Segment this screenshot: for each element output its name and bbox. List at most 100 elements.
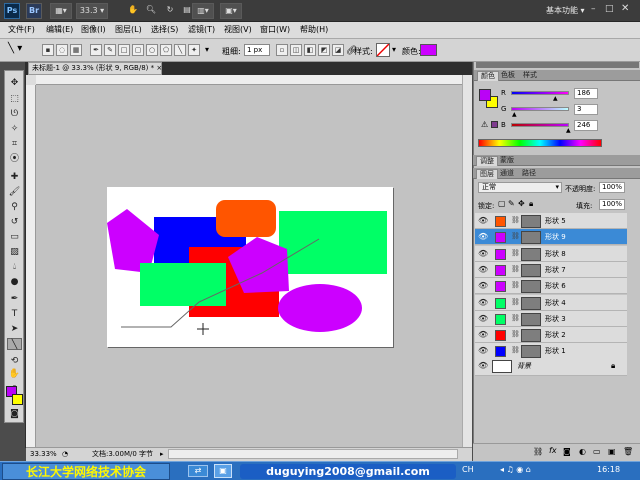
tab-paths[interactable]: 路径 — [519, 169, 539, 179]
layer-row[interactable]: 👁︎ ⛓ 形状 1 — [475, 343, 627, 360]
3d-rotate-icon[interactable]: ⟲ — [7, 355, 22, 367]
r-slider[interactable] — [511, 91, 569, 95]
line-tool-preset-icon[interactable]: ╲ ▾ — [8, 43, 22, 54]
hand-tool-box-icon[interactable]: ✋ — [7, 368, 22, 380]
quick-mask-icon[interactable]: ◙ — [7, 408, 22, 420]
tab-masks[interactable]: 蒙版 — [497, 156, 517, 166]
marquee-tool-icon[interactable]: ⬚ — [7, 93, 22, 105]
maximize-button[interactable]: □ — [605, 4, 614, 14]
style-picker[interactable] — [376, 43, 390, 57]
dodge-tool-icon[interactable]: ● — [7, 276, 22, 288]
blend-mode-select[interactable]: 正常 ▾ — [478, 182, 562, 193]
layer-row[interactable]: 👁︎ ⛓ 形状 9 — [475, 229, 627, 246]
layer-row[interactable]: 👁︎ ⛓ 形状 2 — [475, 327, 627, 344]
trash-icon[interactable]: 🗑︎ — [623, 447, 633, 456]
lock-transparency-icon[interactable]: ▢ — [498, 199, 506, 208]
gamut-color-chip[interactable] — [491, 121, 498, 128]
b-slider-thumb[interactable]: ▲ — [566, 127, 571, 134]
vector-mask-thumbnail[interactable] — [521, 247, 541, 261]
layer-row[interactable]: 👁︎ ⛓ 形状 8 — [475, 245, 627, 262]
taskbar-app-icon[interactable]: ▣ — [214, 464, 232, 478]
add-mask-icon[interactable]: ◙ — [563, 447, 571, 456]
eye-icon[interactable]: 👁︎ — [478, 331, 488, 339]
fill-input[interactable]: 100% — [599, 199, 625, 210]
layer-color-swatch[interactable] — [495, 232, 506, 244]
menu-layer[interactable]: 图层(L) — [115, 24, 142, 35]
vector-mask-thumbnail[interactable] — [521, 263, 541, 277]
lasso-tool-icon[interactable]: ᘎ — [7, 108, 22, 120]
eye-icon[interactable]: 👁︎ — [478, 233, 488, 241]
layer-color-swatch[interactable] — [495, 297, 506, 309]
zoom-level-dropdown[interactable]: 33.3 ▾ — [76, 3, 108, 19]
close-tab-icon[interactable]: × — [156, 64, 162, 72]
menu-window[interactable]: 窗口(W) — [260, 24, 290, 35]
eye-icon[interactable]: 👁︎ — [478, 314, 488, 323]
geometry-options-icon[interactable]: ▾ — [205, 45, 209, 54]
vector-mask-thumbnail[interactable] — [521, 296, 541, 310]
vector-mask-thumbnail[interactable] — [521, 215, 541, 228]
custom-shape-icon[interactable]: ✦ — [188, 44, 200, 56]
vector-mask-thumbnail[interactable] — [521, 345, 541, 359]
tab-layers[interactable]: 图层 — [476, 169, 498, 179]
magic-wand-icon[interactable]: ✧ — [7, 123, 22, 135]
tab-styles[interactable]: 样式 — [520, 71, 540, 81]
layer-color-swatch[interactable] — [495, 313, 506, 325]
ellipse-icon[interactable]: ○ — [146, 44, 158, 56]
dock-header[interactable] — [476, 62, 639, 68]
opacity-input[interactable]: 100% — [599, 182, 625, 193]
view-extras-button[interactable]: ▦▾ — [50, 3, 72, 19]
panel-foreground-color[interactable] — [479, 89, 491, 101]
rotate-view-icon[interactable]: ↻ — [163, 3, 177, 19]
eyedropper-icon[interactable]: ⦿ — [7, 153, 22, 165]
rectangle-icon[interactable]: □ — [118, 44, 130, 56]
menu-help[interactable]: 帮助(H) — [300, 24, 328, 35]
layer-row[interactable]: 👁︎ ⛓ 形状 3 — [475, 310, 627, 327]
horizontal-ruler[interactable] — [36, 75, 462, 85]
layer-row[interactable]: 👁︎ ⛓ 形状 5 — [475, 213, 627, 229]
screen-mode-button[interactable]: ▣▾ — [220, 3, 242, 19]
workspace-switcher[interactable]: 基本功能 ▾ — [546, 5, 585, 16]
layer-row[interactable]: 👁︎ ⛓ 形状 7 — [475, 261, 627, 278]
tray-icons[interactable]: ◂ ♫ ◉ ⌂ — [500, 465, 531, 474]
brush-tool-icon[interactable]: 🖌︎ — [7, 186, 22, 198]
g-slider[interactable] — [511, 107, 569, 111]
shape-color-swatch[interactable] — [420, 44, 437, 56]
b-slider[interactable] — [511, 123, 569, 127]
status-zoom[interactable]: 33.33% — [30, 448, 57, 460]
group-icon[interactable]: ▭ — [593, 447, 601, 456]
adjustment-layer-icon[interactable]: ◐ — [579, 447, 586, 456]
eye-icon[interactable]: 👁︎ — [478, 362, 488, 370]
link-layers-icon[interactable]: ⛓ — [533, 447, 543, 456]
layer-row[interactable]: 👁︎ ⛓ 形状 4 — [475, 294, 627, 311]
status-zoom-icon[interactable]: ◔ — [62, 448, 68, 460]
layer-color-swatch[interactable] — [495, 248, 506, 260]
exclude-area-icon[interactable]: ◪ — [332, 44, 344, 56]
intersect-area-icon[interactable]: ◩ — [318, 44, 330, 56]
type-tool-icon[interactable]: T — [7, 308, 22, 320]
layer-color-swatch[interactable] — [495, 264, 506, 276]
crop-tool-icon[interactable]: ⌗ — [7, 138, 22, 150]
status-menu-icon[interactable]: ▸ — [160, 448, 164, 460]
eraser-tool-icon[interactable]: ▭ — [7, 231, 22, 243]
vector-mask-thumbnail[interactable] — [521, 231, 541, 245]
pen-tool-icon[interactable]: ✒ — [7, 293, 22, 305]
eye-icon[interactable]: 👁︎ — [478, 282, 488, 290]
menu-file[interactable]: 文件(F) — [8, 24, 35, 35]
menu-image[interactable]: 图像(I) — [81, 24, 106, 35]
menu-filter[interactable]: 滤镜(T) — [188, 24, 215, 35]
vector-mask-thumbnail[interactable] — [521, 312, 541, 326]
gradient-tool-icon[interactable]: ▨ — [7, 246, 22, 258]
vector-mask-thumbnail[interactable] — [521, 280, 541, 294]
menu-select[interactable]: 选择(S) — [151, 24, 178, 35]
g-value-input[interactable]: 3 — [574, 104, 598, 115]
fill-pixels-button[interactable]: ▦ — [70, 44, 82, 56]
zoom-tool-icon[interactable]: 🔍︎ — [144, 3, 158, 19]
layer-color-swatch[interactable] — [495, 281, 506, 293]
g-slider-thumb[interactable]: ▲ — [512, 111, 517, 118]
menu-edit[interactable]: 编辑(E) — [46, 24, 73, 35]
menu-view[interactable]: 视图(V) — [224, 24, 252, 35]
new-layer-icon[interactable]: ▣ — [608, 447, 616, 456]
tab-color[interactable]: 颜色 — [477, 71, 499, 81]
layer-color-swatch[interactable] — [495, 330, 506, 342]
tab-swatches[interactable]: 色板 — [498, 71, 518, 81]
